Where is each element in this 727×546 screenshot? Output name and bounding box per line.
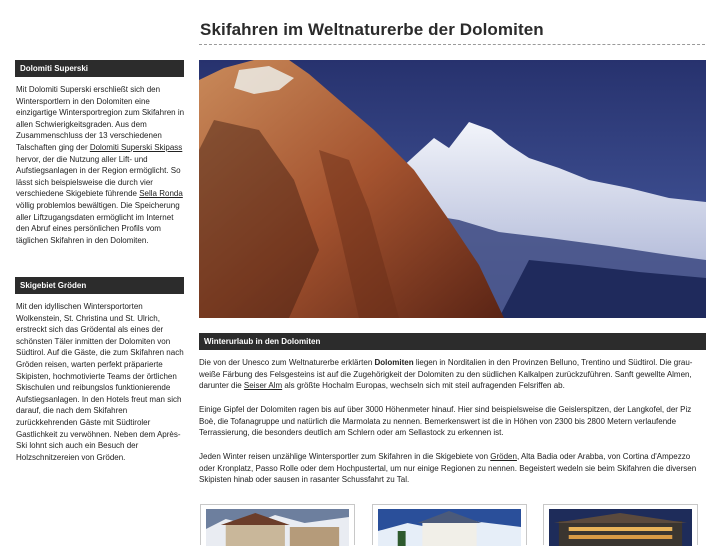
link-groeden[interactable]: Gröden: [490, 452, 517, 461]
thumbnail-hotel-2[interactable]: [372, 504, 527, 546]
paragraph-gipfel: Einige Gipfel der Dolomiten ragen bis au…: [199, 405, 692, 438]
heading-winterurlaub: Winterurlaub in den Dolomiten: [199, 333, 706, 350]
sidebar-text-skigebiet-groeden: Mit den idyllischen Wintersportorten Wol…: [16, 302, 184, 462]
sidebar-heading-skigebiet-groeden: Skigebiet Gröden: [15, 277, 184, 294]
thumbnail-hotel-3[interactable]: [543, 504, 698, 546]
link-dolomiti-superski-skipass[interactable]: Dolomiti Superski Skipass: [90, 143, 182, 152]
link-seiser-alm[interactable]: Seiser Alm: [244, 381, 282, 390]
paragraph-part: Jeden Winter reisen unzählige Winterspor…: [199, 452, 491, 461]
hotel-photo-3: [549, 509, 692, 546]
paragraph-dolomiten-intro: Die von der Unesco zum Weltnaturerbe erk…: [199, 357, 706, 392]
link-sella-ronda[interactable]: Sella Ronda: [139, 189, 183, 198]
paragraph-part: Die von der Unesco zum Weltnaturerbe erk…: [199, 358, 375, 367]
paragraph-part: als größte Hochalm Europas, wechseln sic…: [282, 381, 565, 391]
title-divider: [199, 44, 705, 45]
sidebar: Dolomiti Superski Mit Dolomiti Superski …: [0, 0, 190, 545]
sidebar-heading-dolomiti-superski: Dolomiti Superski: [15, 60, 184, 77]
hotel-photo-1: [206, 509, 349, 546]
paragraph-wintersport: Jeden Winter reisen unzählige Winterspor…: [199, 451, 706, 486]
sidebar-text-dolomiti-superski: Mit Dolomiti Superski erschließt sich de…: [16, 84, 186, 246]
bold-dolomiten: Dolomiten: [374, 358, 414, 367]
hero-image-dolomites: [199, 60, 706, 318]
sidebar-paragraph-part: völlig problemlos bewältigen. Die Speich…: [16, 200, 180, 245]
page-title: Skifahren im Weltnaturerbe der Dolomiten: [200, 20, 544, 39]
thumbnail-hotel-1[interactable]: [200, 504, 355, 546]
sidebar-paragraph-part: Mit Dolomiti Superski erschließt sich de…: [16, 85, 185, 152]
hotel-photo-2: [378, 509, 521, 546]
